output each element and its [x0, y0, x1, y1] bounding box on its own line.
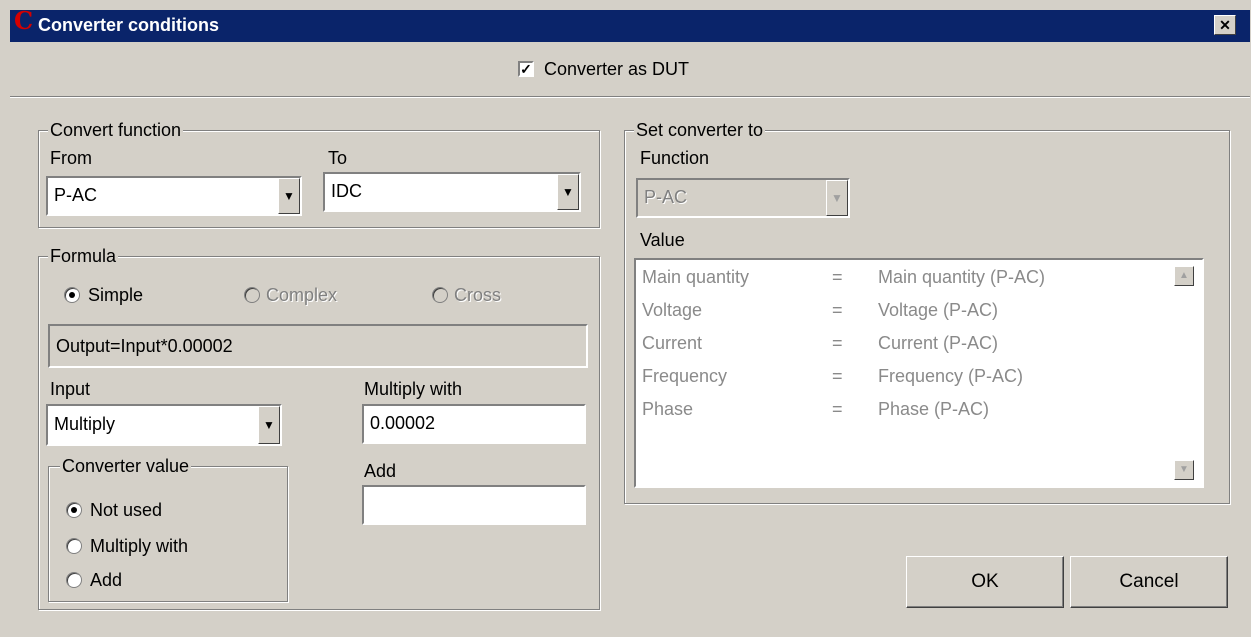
function-select[interactable]: P-AC: [636, 178, 850, 218]
multiply-with-input[interactable]: 0.00002: [362, 404, 586, 444]
to-value: IDC: [331, 181, 362, 201]
cancel-button[interactable]: Cancel: [1070, 556, 1228, 608]
ok-button[interactable]: OK: [906, 556, 1064, 608]
value-row-equals: =: [832, 300, 843, 320]
from-label: From: [50, 148, 92, 168]
checkmark-icon: ✓: [520, 61, 532, 77]
converter-value-group: [48, 466, 288, 602]
formula-expression: Output=Input*0.00002: [56, 336, 233, 356]
value-row-equals: =: [832, 333, 843, 353]
to-dropdown-arrow-icon[interactable]: ▼: [557, 174, 579, 210]
separator: [10, 96, 1250, 98]
value-row-value: Voltage (P-AC): [878, 300, 999, 320]
convert-function-legend: Convert function: [48, 119, 184, 141]
multiply-with-radio[interactable]: [66, 538, 82, 554]
value-row-name: Frequency: [642, 366, 728, 386]
add-input[interactable]: [362, 485, 586, 525]
close-button[interactable]: ✕: [1214, 15, 1236, 35]
value-row[interactable]: Voltage = Voltage (P-AC): [642, 293, 1162, 327]
value-row-equals: =: [832, 399, 843, 419]
value-row[interactable]: Main quantity = Main quantity (P-AC): [642, 260, 1162, 294]
function-value: P-AC: [644, 187, 688, 207]
formula-expression-field: Output=Input*0.00002: [48, 324, 588, 368]
value-row-name: Voltage: [642, 300, 703, 320]
value-row[interactable]: Current = Current (P-AC): [642, 326, 1162, 360]
value-row-value: Main quantity (P-AC): [878, 267, 1046, 287]
input-value: Multiply: [54, 414, 116, 434]
dut-checkbox[interactable]: ✓: [518, 61, 534, 77]
input-label: Input: [50, 379, 91, 399]
from-value: P-AC: [54, 185, 98, 205]
scroll-down-icon[interactable]: ▼: [1174, 460, 1194, 480]
value-row-value: Current (P-AC): [878, 333, 999, 353]
converter-value-legend: Converter value: [60, 455, 192, 477]
function-label: Function: [640, 148, 710, 168]
cross-label: Cross: [454, 285, 502, 305]
window-title: Converter conditions: [38, 15, 220, 35]
cross-radio[interactable]: [432, 287, 448, 303]
not-used-label: Not used: [90, 500, 163, 520]
input-dropdown-arrow-icon[interactable]: ▼: [258, 406, 280, 444]
set-converter-legend: Set converter to: [634, 119, 766, 141]
to-label: To: [328, 148, 348, 168]
multiply-with-label: Multiply with: [364, 379, 463, 399]
complex-label: Complex: [266, 285, 338, 305]
simple-radio[interactable]: [64, 287, 80, 303]
value-row[interactable]: Phase = Phase (P-AC): [642, 392, 1162, 426]
add-label: Add: [364, 461, 397, 481]
from-dropdown-arrow-icon[interactable]: ▼: [278, 178, 300, 214]
value-row[interactable]: Frequency = Frequency (P-AC): [642, 359, 1162, 393]
value-row-equals: =: [832, 366, 843, 386]
value-row-name: Phase: [642, 399, 694, 419]
not-used-radio[interactable]: [66, 502, 82, 518]
app-logo-icon: C: [14, 6, 34, 35]
add-radio[interactable]: [66, 572, 82, 588]
complex-radio[interactable]: [244, 287, 260, 303]
simple-label: Simple: [88, 285, 144, 305]
multiply-with-value: 0.00002: [370, 413, 436, 433]
value-row-name: Current: [642, 333, 703, 353]
multiply-with-option-label: Multiply with: [90, 536, 189, 556]
value-row-value: Phase (P-AC): [878, 399, 990, 419]
to-select[interactable]: IDC: [323, 172, 581, 212]
add-option-label: Add: [90, 570, 123, 590]
formula-legend: Formula: [48, 245, 119, 267]
scroll-up-icon[interactable]: ▲: [1174, 266, 1194, 286]
dut-label: Converter as DUT: [544, 59, 690, 79]
function-dropdown-arrow-icon[interactable]: ▼: [826, 180, 848, 216]
value-label: Value: [640, 230, 685, 250]
input-select[interactable]: Multiply: [46, 404, 282, 446]
from-select[interactable]: P-AC: [46, 176, 302, 216]
value-rows: Main quantity = Main quantity (P-AC) Voltag…: [642, 260, 1162, 460]
value-row-value: Frequency (P-AC): [878, 366, 1024, 386]
value-row-equals: =: [832, 267, 843, 287]
value-row-name: Main quantity: [642, 267, 750, 287]
